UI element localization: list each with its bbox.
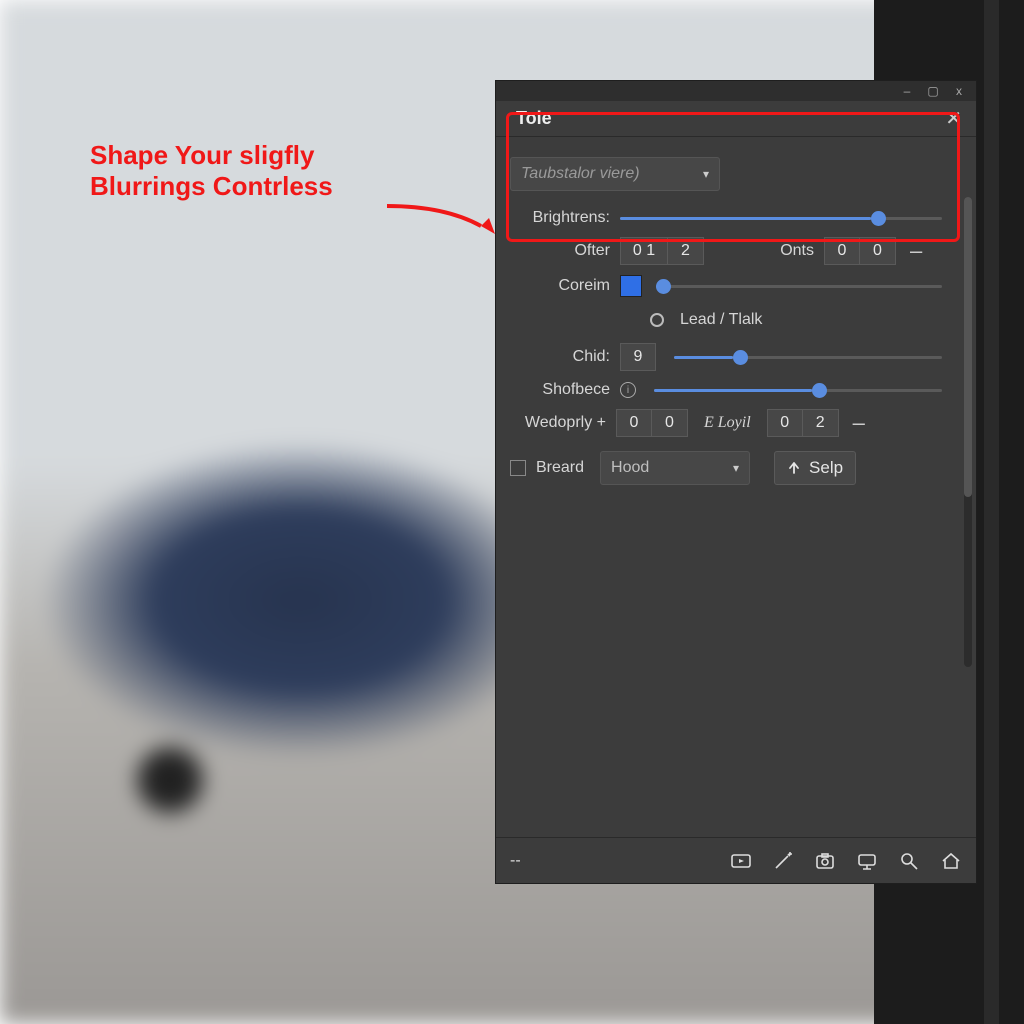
onts-minus-button[interactable]: –	[906, 238, 926, 264]
play-icon[interactable]	[730, 850, 752, 872]
scrollbar-thumb[interactable]	[964, 197, 972, 497]
window-close-button[interactable]: x	[952, 84, 966, 98]
chevron-down-icon: ▾	[733, 461, 739, 475]
annotation-line: Shape Your sligfly	[90, 140, 333, 171]
shofbece-label: Shofbece	[510, 381, 610, 399]
brightness-label: Brightrens:	[510, 209, 610, 227]
lead-talk-radio[interactable]	[650, 313, 664, 327]
panel-close-button[interactable]: ✕	[939, 106, 968, 131]
annotation-line: Blurrings Contrless	[90, 171, 333, 202]
preset-row: Taubstalor viere) ▾	[510, 157, 962, 191]
footer-icon-row	[730, 850, 962, 872]
window-titlebar: – ▢ x	[496, 81, 976, 101]
display-icon[interactable]	[856, 850, 878, 872]
panel-tab-row: Tole ✕	[496, 101, 976, 137]
chevron-down-icon: ▾	[703, 167, 709, 181]
home-icon[interactable]	[940, 850, 962, 872]
loyil-b[interactable]: 2	[803, 409, 839, 437]
breard-label: Breard	[536, 459, 584, 477]
selp-button[interactable]: Selp	[774, 451, 856, 485]
onts-value-a[interactable]: 0	[824, 237, 860, 265]
coreim-slider[interactable]	[656, 277, 942, 295]
loyil-minus-button[interactable]: –	[849, 410, 869, 436]
breard-row: Breard Hood ▾ Selp	[510, 451, 962, 485]
ofter-input-group: 0 1 2	[620, 237, 704, 265]
selp-button-label: Selp	[809, 458, 843, 478]
breard-select-value: Hood	[611, 459, 649, 477]
properties-panel: – ▢ x Tole ✕ Taubstalor viere) ▾ Brightr…	[495, 80, 977, 884]
brightness-row: Brightrens:	[510, 209, 962, 227]
window-maximize-button[interactable]: ▢	[926, 84, 940, 98]
tab-tole[interactable]: Tole	[504, 102, 564, 135]
wedoprly-a[interactable]: 0	[616, 409, 652, 437]
shofbece-row: Shofbece i	[510, 381, 962, 399]
loyil-a[interactable]: 0	[767, 409, 803, 437]
panel-scrollbar[interactable]	[964, 197, 972, 667]
wedoprly-row: Wedoprly + 0 0 E Loyil 0 2 –	[510, 409, 962, 437]
onts-input-group: 0 0	[824, 237, 896, 265]
search-icon[interactable]	[898, 850, 920, 872]
preset-select-value: Taubstalor viere)	[521, 165, 640, 183]
breard-select[interactable]: Hood ▾	[600, 451, 750, 485]
loyil-input-group: 0 2	[767, 409, 839, 437]
ofter-value-b[interactable]: 2	[668, 237, 704, 265]
window-minimize-button[interactable]: –	[900, 84, 914, 98]
camera-icon[interactable]	[814, 850, 836, 872]
chid-value[interactable]: 9	[620, 343, 656, 371]
coreim-label: Coreim	[544, 277, 610, 295]
panel-footer: --	[496, 837, 976, 883]
preset-select[interactable]: Taubstalor viere) ▾	[510, 157, 720, 191]
ofter-value-a[interactable]: 0 1	[620, 237, 668, 265]
wedoprly-b[interactable]: 0	[652, 409, 688, 437]
breard-checkbox[interactable]	[510, 460, 526, 476]
lead-talk-label: Lead / Tlalk	[680, 311, 762, 329]
ofter-label: Ofter	[560, 242, 610, 260]
lead-talk-row: Lead / Tlalk	[510, 311, 962, 329]
chid-row: Chid: 9	[510, 343, 962, 371]
onts-label: Onts	[744, 242, 814, 260]
info-icon[interactable]: i	[620, 382, 636, 398]
app-right-bar-inner	[984, 0, 999, 1024]
onts-value-b[interactable]: 0	[860, 237, 896, 265]
upload-arrow-icon	[787, 461, 801, 475]
footer-status: --	[510, 852, 521, 870]
wedoprly-input-group: 0 0	[616, 409, 688, 437]
shofbece-slider[interactable]	[654, 381, 942, 399]
coreim-row: Coreim	[510, 275, 962, 297]
chid-slider[interactable]	[674, 348, 942, 366]
wedoprly-label: Wedoprly +	[510, 414, 606, 432]
annotation-callout: Shape Your sligfly Blurrings Contrless	[90, 140, 333, 202]
coreim-color-swatch[interactable]	[620, 275, 642, 297]
brightness-slider[interactable]	[620, 209, 942, 227]
wand-icon[interactable]	[772, 850, 794, 872]
ofter-onts-row: Ofter 0 1 2 Onts 0 0 –	[510, 237, 962, 265]
chid-label: Chid:	[510, 348, 610, 366]
loyil-label: E Loyil	[704, 414, 751, 432]
annotation-arrow-icon	[385, 200, 505, 240]
panel-body: Taubstalor viere) ▾ Brightrens: Ofter 0 …	[496, 137, 976, 837]
